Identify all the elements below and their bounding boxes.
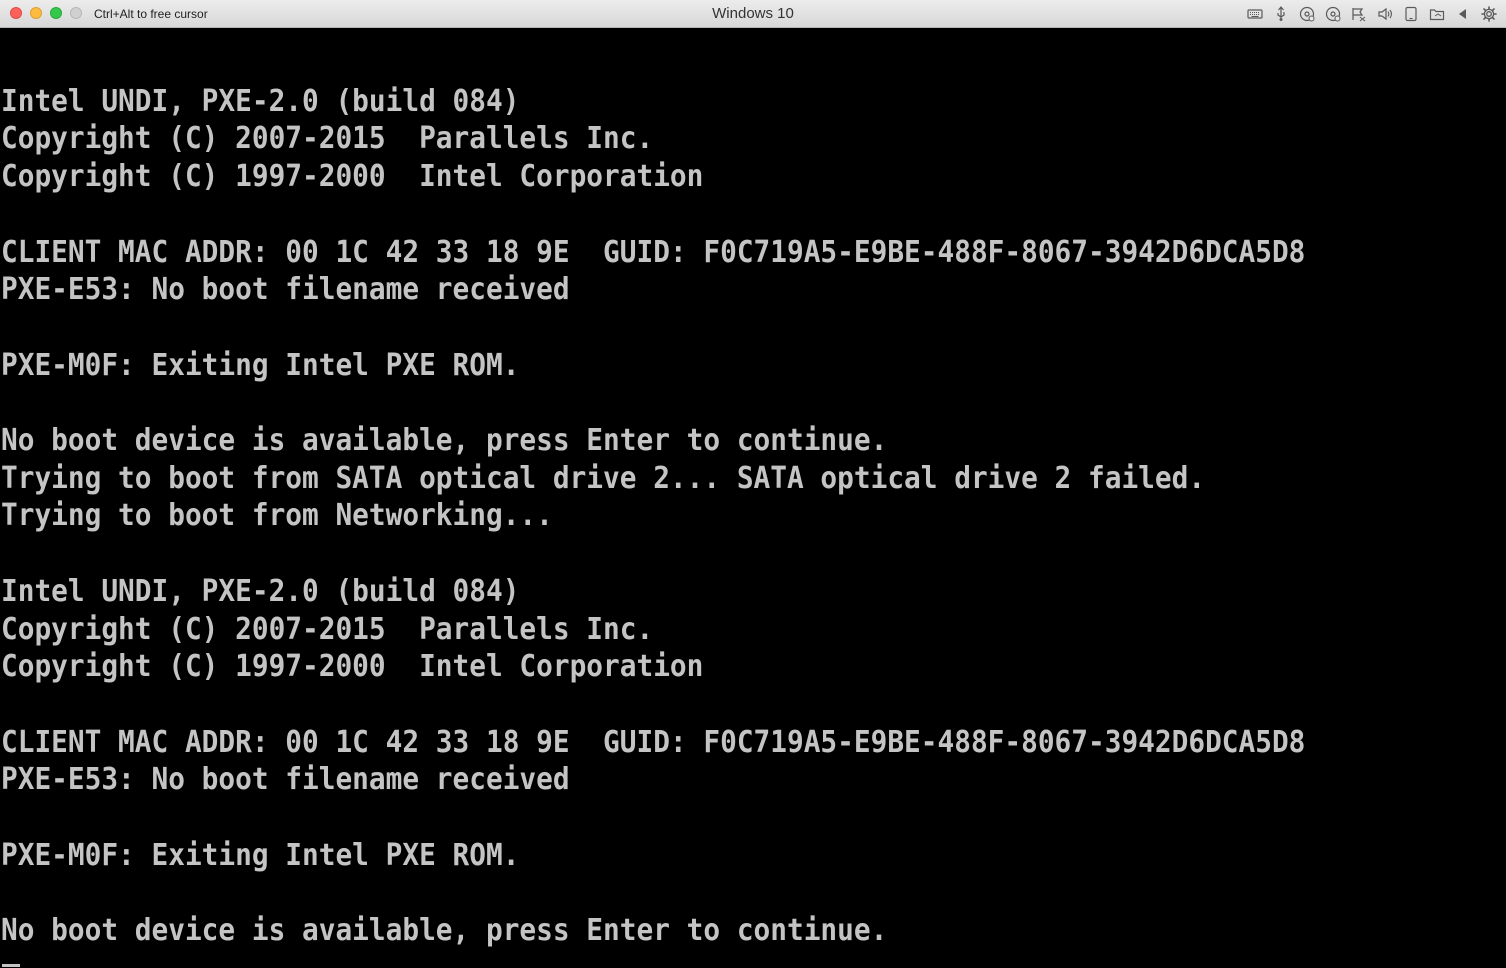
close-button[interactable] (10, 7, 22, 19)
console-line: PXE-E53: No boot filename received (1, 762, 570, 798)
tablet-icon[interactable] (1401, 5, 1420, 23)
inactive-window-button (70, 7, 82, 19)
console-line: CLIENT MAC ADDR: 00 1C 42 33 18 9E GUID:… (1, 234, 1306, 270)
vm-console-screen[interactable]: Intel UNDI, PXE-2.0 (build 084) Copyright… (0, 29, 1506, 968)
keyboard-icon[interactable] (1245, 5, 1264, 23)
console-line: Trying to boot from Networking... (1, 498, 553, 534)
console-line: Trying to boot from SATA optical drive 2… (1, 460, 1206, 496)
window-title: Windows 10 (712, 5, 794, 22)
network-icon[interactable] (1349, 5, 1368, 23)
console-cursor (2, 964, 20, 967)
console-line: Intel UNDI, PXE-2.0 (build 084) (1, 573, 520, 609)
title-bar[interactable]: Ctrl+Alt to free cursor Windows 10 (0, 0, 1506, 28)
settings-gear-icon[interactable] (1479, 5, 1498, 23)
console-line: Intel UNDI, PXE-2.0 (build 084) (1, 83, 520, 119)
console-line: Copyright (C) 2007-2015 Parallels Inc. (1, 121, 654, 157)
cd-dvd-icon[interactable] (1297, 5, 1316, 23)
console-line: Copyright (C) 2007-2015 Parallels Inc. (1, 611, 654, 647)
console-line: PXE-E53: No boot filename received (1, 272, 570, 308)
cd-dvd-2-icon[interactable] (1323, 5, 1342, 23)
console-line: PXE-M0F: Exiting Intel PXE ROM. (1, 837, 520, 873)
console-line: No boot device is available, press Enter… (1, 913, 888, 949)
console-line: Copyright (C) 1997-2000 Intel Corporatio… (1, 649, 704, 685)
cursor-hint: Ctrl+Alt to free cursor (94, 7, 208, 21)
minimize-button[interactable] (30, 7, 42, 19)
vm-toolbar (1245, 4, 1498, 24)
vm-window: Ctrl+Alt to free cursor Windows 10 Intel… (0, 0, 1506, 968)
collapse-arrow-icon[interactable] (1453, 5, 1472, 23)
usb-icon[interactable] (1271, 5, 1290, 23)
console-line: CLIENT MAC ADDR: 00 1C 42 33 18 9E GUID:… (1, 724, 1306, 760)
sound-icon[interactable] (1375, 5, 1394, 23)
console-line: PXE-M0F: Exiting Intel PXE ROM. (1, 347, 520, 383)
maximize-button[interactable] (50, 7, 62, 19)
console-line: Copyright (C) 1997-2000 Intel Corporatio… (1, 159, 704, 195)
shared-folder-icon[interactable] (1427, 5, 1446, 23)
console-line: No boot device is available, press Enter… (1, 423, 888, 458)
